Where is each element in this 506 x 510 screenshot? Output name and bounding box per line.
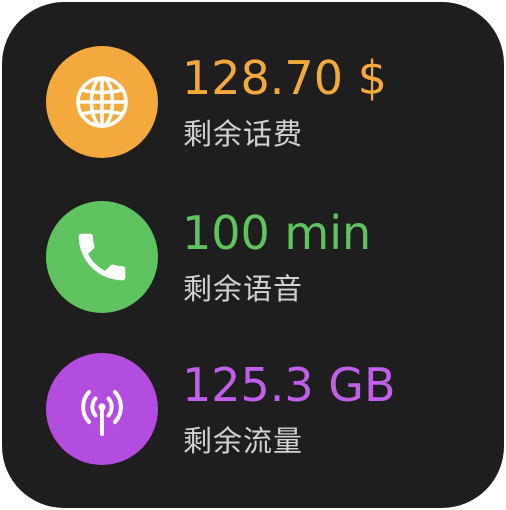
balance-label: 剩余话费 <box>183 117 304 151</box>
antenna-icon <box>46 353 158 465</box>
data-value: 125.3 GB <box>182 358 396 412</box>
balance-row: 128.70 $ 剩余话费 <box>46 46 466 158</box>
voice-label: 剩余语音 <box>183 272 304 306</box>
data-label: 剩余流量 <box>183 424 304 458</box>
data-row: 125.3 GB 剩余流量 <box>46 353 466 465</box>
voice-value: 100 min <box>182 206 372 260</box>
phone-icon <box>46 201 158 313</box>
balance-value: 128.70 $ <box>182 51 387 105</box>
voice-row: 100 min 剩余语音 <box>46 201 466 313</box>
balance-widget[interactable]: 128.70 $ 剩余话费 100 min 剩余语音 125.3 GB 剩余流量 <box>2 2 504 508</box>
globe-icon <box>46 46 158 158</box>
